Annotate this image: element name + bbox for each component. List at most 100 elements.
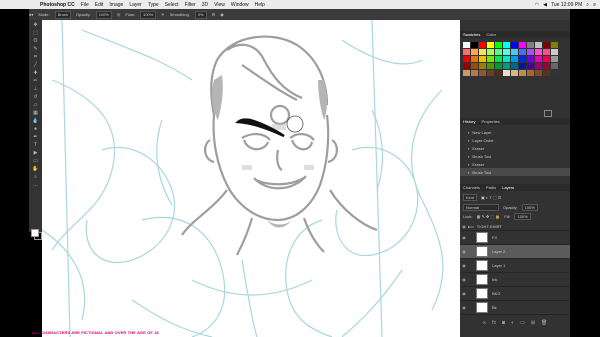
color-swatch[interactable] — [535, 56, 542, 62]
color-swatch[interactable] — [535, 49, 542, 55]
zoom-tool-icon[interactable]: ⌕ — [31, 173, 40, 180]
document-canvas[interactable] — [42, 20, 460, 337]
color-swatch[interactable] — [535, 42, 542, 48]
color-swatch[interactable] — [463, 63, 470, 69]
color-swatch[interactable] — [551, 49, 558, 55]
color-swatch[interactable] — [487, 63, 494, 69]
smoothing-field[interactable]: 0% — [194, 10, 207, 19]
opacity-field[interactable]: 100% — [95, 10, 112, 19]
color-swatch[interactable] — [463, 42, 470, 48]
color-swatch[interactable] — [463, 56, 470, 62]
color-swatch[interactable] — [503, 63, 510, 69]
layer-style-icon[interactable]: fx — [492, 320, 496, 329]
trash-icon[interactable]: 🗑 — [541, 320, 547, 329]
brush-preset-icon[interactable]: ●▾ — [29, 12, 33, 17]
color-swatch[interactable] — [519, 42, 526, 48]
color-swatch[interactable] — [471, 49, 478, 55]
clock[interactable]: Tue 12:09 PM — [551, 2, 582, 8]
eye-icon[interactable]: ◉ — [460, 277, 468, 282]
brush-tool-icon[interactable]: ✏ — [31, 77, 40, 84]
color-swatch[interactable] — [511, 49, 518, 55]
tab-properties[interactable]: Properties — [481, 119, 499, 124]
type-tool-icon[interactable]: T — [31, 141, 40, 148]
new-swatch-icon[interactable] — [544, 110, 552, 117]
airbrush-icon[interactable]: ✈ — [161, 12, 164, 17]
history-item[interactable]: ▪ Layer Order — [460, 136, 570, 144]
kind-filter-select[interactable]: Kind — [463, 194, 478, 201]
color-swatch[interactable] — [479, 56, 486, 62]
tab-channels[interactable]: Channels — [463, 185, 480, 190]
color-swatch[interactable] — [551, 56, 558, 62]
color-swatch[interactable] — [527, 49, 534, 55]
color-swatch[interactable] — [527, 42, 534, 48]
eraser-tool-icon[interactable]: ▱ — [31, 101, 40, 108]
color-swatch[interactable] — [543, 63, 550, 69]
history-brush-tool-icon[interactable]: ↺ — [31, 93, 40, 100]
tab-layers[interactable]: Layers — [502, 185, 514, 190]
color-swatch[interactable] — [511, 70, 518, 76]
new-group-icon[interactable]: ▭ — [520, 320, 525, 329]
mode-select[interactable]: Brush — [54, 10, 72, 19]
tab-paths[interactable]: Paths — [486, 185, 496, 190]
color-swatch[interactable] — [535, 63, 542, 69]
path-select-tool-icon[interactable]: ▶ — [31, 149, 40, 156]
color-swatch[interactable] — [479, 70, 486, 76]
color-swatch[interactable] — [463, 49, 470, 55]
color-swatch[interactable] — [495, 49, 502, 55]
menu-help[interactable]: Help — [255, 2, 265, 8]
tab-history[interactable]: History — [463, 119, 475, 124]
history-item[interactable]: ▪ Brush Tool — [460, 152, 570, 160]
app-name[interactable]: Photoshop CC — [40, 2, 75, 8]
history-item-current[interactable]: ▪ Brush Tool — [460, 168, 570, 176]
color-swatch[interactable] — [495, 70, 502, 76]
blend-mode-select[interactable]: Normal — [463, 204, 499, 211]
stamp-tool-icon[interactable]: ⊥ — [31, 85, 40, 92]
color-swatch[interactable] — [519, 70, 526, 76]
color-swatch[interactable] — [551, 70, 558, 76]
eye-icon[interactable]: ◉ — [460, 224, 468, 229]
marquee-tool-icon[interactable]: ⬚ — [31, 29, 40, 36]
layer-row-selected[interactable]: ◉ Layer 2 — [460, 245, 570, 259]
color-swatch[interactable] — [535, 70, 542, 76]
color-swatch[interactable] — [519, 63, 526, 69]
color-swatch[interactable] — [527, 56, 534, 62]
color-swatch[interactable] — [527, 63, 534, 69]
eye-icon[interactable]: ◉ — [460, 305, 468, 310]
color-swatch[interactable] — [479, 42, 486, 48]
history-item[interactable]: ▪ New Layer — [460, 128, 570, 136]
color-swatch[interactable] — [471, 63, 478, 69]
pressure-opacity-icon[interactable]: ◎ — [117, 12, 121, 17]
more-tools-icon[interactable]: … — [31, 181, 40, 188]
eye-icon[interactable]: ◉ — [460, 263, 468, 268]
eye-icon[interactable]: ◉ — [460, 235, 468, 240]
tab-swatches[interactable]: Swatches — [463, 32, 480, 37]
smoothing-settings-icon[interactable]: ⚙ — [212, 12, 216, 17]
color-swatch[interactable] — [479, 49, 486, 55]
menu-image[interactable]: Image — [109, 2, 123, 8]
color-swatch[interactable] — [511, 42, 518, 48]
healing-tool-icon[interactable]: ✚ — [31, 69, 40, 76]
gradient-tool-icon[interactable]: ▦ — [31, 109, 40, 116]
layer-row[interactable]: ◉ Bk — [460, 301, 570, 315]
color-swatch[interactable] — [519, 49, 526, 55]
color-swatch[interactable] — [503, 49, 510, 55]
move-tool-icon[interactable]: ✥ — [31, 21, 40, 28]
search-icon[interactable]: ⌕ — [586, 2, 589, 8]
color-swatch[interactable] — [543, 56, 550, 62]
color-swatch[interactable] — [519, 56, 526, 62]
crop-tool-icon[interactable]: ⌗ — [31, 53, 40, 60]
volume-icon[interactable]: ◀ — [543, 2, 547, 8]
menu-list-icon[interactable]: ≡ — [593, 2, 596, 8]
color-swatch[interactable] — [503, 56, 510, 62]
color-swatch[interactable] — [551, 42, 558, 48]
eye-icon[interactable]: ◉ — [460, 249, 468, 254]
quick-select-tool-icon[interactable]: ✎ — [31, 45, 40, 52]
color-swatch[interactable] — [511, 63, 518, 69]
color-swatch[interactable] — [543, 70, 550, 76]
color-swatch[interactable] — [487, 56, 494, 62]
menu-filter[interactable]: Filter — [185, 2, 196, 8]
menu-window[interactable]: Window — [231, 2, 249, 8]
blur-tool-icon[interactable]: 💧 — [31, 117, 40, 124]
color-swatch[interactable] — [527, 70, 534, 76]
menu-layer[interactable]: Layer — [129, 2, 142, 8]
